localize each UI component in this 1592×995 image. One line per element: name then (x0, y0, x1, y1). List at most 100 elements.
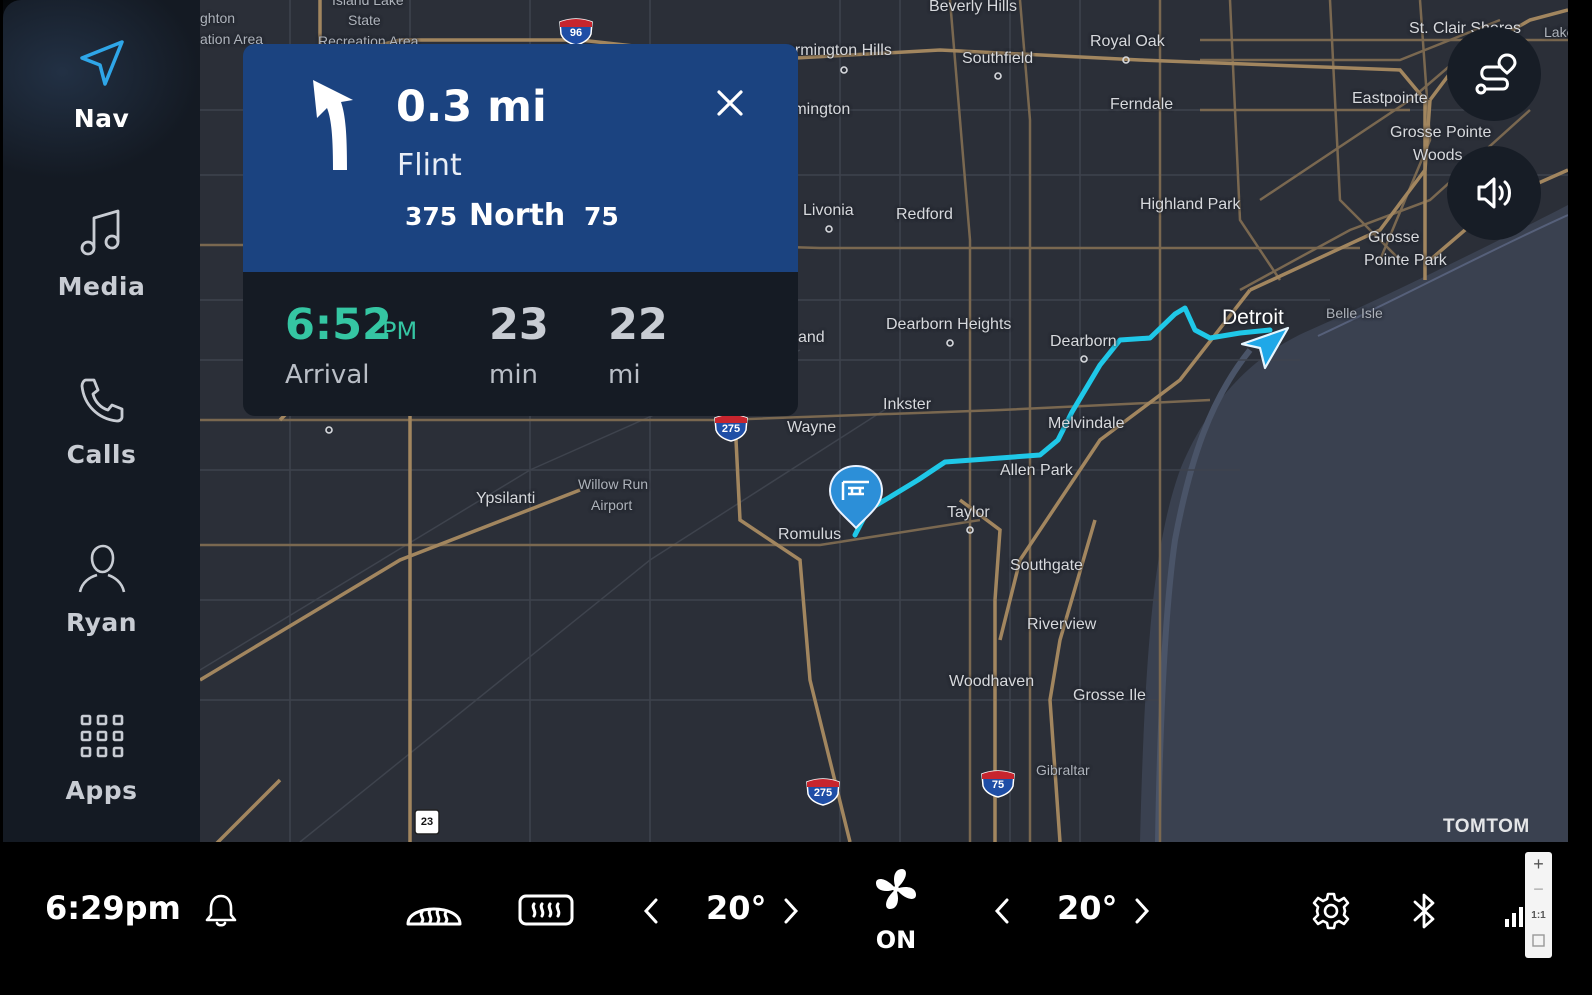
map-label: Beverly Hills (929, 0, 1018, 15)
map-label: Dearborn (1050, 333, 1117, 350)
fullscreen-icon[interactable] (1525, 932, 1552, 955)
left-temp-up-button[interactable] (778, 896, 802, 926)
map-label-city: Detroit (1222, 306, 1284, 329)
zoom-in-button[interactable]: + (1525, 854, 1552, 875)
map-label: Highland Park (1140, 196, 1241, 213)
speaker-icon (1477, 177, 1511, 209)
clock: 6:29pm (45, 889, 181, 927)
road-direction: North (469, 198, 566, 233)
map-label: Melvindale (1048, 415, 1125, 432)
settings-gear-icon[interactable] (1311, 891, 1351, 931)
map-label: Allen Park (1000, 462, 1073, 479)
map-label: ghton (200, 10, 236, 26)
sidebar-item-nav[interactable]: Nav (3, 38, 200, 188)
sidebar-item-label: Media (57, 272, 146, 301)
map-label: Taylor (947, 504, 990, 521)
sidebar-item-media[interactable]: Media (3, 206, 200, 356)
route-overview-button[interactable] (1447, 27, 1541, 121)
map-label: Eastpointe (1352, 90, 1428, 107)
fan-icon[interactable] (872, 865, 920, 913)
turn-guidance-card: 0.3 mi Flint 375 North 75 (243, 44, 798, 272)
map-label: and (798, 329, 825, 346)
map-label: Island Lake (332, 0, 404, 8)
music-note-icon (80, 209, 120, 256)
fan-status: ON (875, 926, 917, 954)
turn-left-arrow-icon (313, 80, 353, 170)
map-label: Grosse Pointe (1390, 124, 1492, 141)
maneuver-distance: 0.3 mi (396, 82, 547, 132)
shield-number: 275 (813, 787, 833, 799)
user-icon (78, 544, 126, 593)
map-label: Riverview (1027, 616, 1097, 633)
sidebar-item-label: Nav (73, 104, 130, 133)
remaining-time: 23 (489, 300, 549, 350)
right-temperature: 20° (1057, 889, 1118, 927)
map-label: Woodhaven (949, 673, 1035, 690)
map-label: Inkster (883, 396, 932, 413)
left-temp-down-button[interactable] (640, 896, 664, 926)
destination-pin-icon (828, 464, 884, 530)
sidebar-item-label: Ryan (65, 608, 138, 637)
road-number: 75 (584, 202, 619, 231)
right-temp-down-button[interactable] (991, 896, 1015, 926)
eta-panel: 6:52 PM Arrival 23 min 22 mi (243, 272, 798, 416)
sidebar-item-label: Apps (65, 776, 138, 805)
next-street-name: Flint (397, 148, 462, 183)
map-label: armington Hills (786, 42, 892, 59)
remaining-time-unit: min (489, 360, 539, 390)
notification-bell-icon[interactable] (203, 892, 239, 928)
left-temperature: 20° (706, 889, 767, 927)
map-label: Romulus (778, 526, 842, 543)
phone-icon (80, 378, 124, 423)
bluetooth-icon[interactable] (1410, 892, 1440, 930)
interstate-shield: 75 (980, 770, 1016, 798)
signal-strength-icon (1505, 907, 1523, 927)
interstate-shield: 275 (713, 414, 749, 442)
sidebar-item-apps[interactable]: Apps (3, 710, 200, 860)
map-label: Livonia (803, 202, 854, 219)
zoom-out-button[interactable]: − (1525, 879, 1552, 900)
interstate-shield: 275 (805, 778, 841, 806)
volume-button[interactable] (1447, 146, 1541, 240)
route-icon (1475, 53, 1517, 95)
map-label: Grosse Ile (1073, 687, 1146, 704)
map-label: Pointe Park (1364, 252, 1447, 269)
sidebar-item-profile[interactable]: Ryan (3, 542, 200, 692)
map-label: Southgate (1010, 557, 1083, 574)
sidebar-item-calls[interactable]: Calls (3, 374, 200, 524)
remaining-distance: 22 (608, 300, 668, 350)
shield-number: 96 (569, 27, 583, 39)
right-temp-up-button[interactable] (1129, 896, 1153, 926)
close-guidance-button[interactable] (711, 84, 749, 122)
arrival-label: Arrival (285, 360, 370, 390)
map-label: Ypsilanti (476, 490, 536, 507)
shield-number: 75 (991, 779, 1005, 791)
map-label: State (348, 12, 381, 28)
rear-defrost-button[interactable] (516, 890, 576, 930)
interstate-shield: 96 (558, 18, 594, 46)
zoom-control: + − 1:1 (1525, 852, 1552, 958)
map-label: Grosse (1368, 229, 1420, 246)
road-number: 375 (405, 202, 458, 231)
navigation-arrow-icon (80, 40, 124, 86)
map-label: Ferndale (1110, 96, 1174, 113)
us-route-shield: 23 (413, 808, 441, 836)
map-label: Royal Oak (1090, 33, 1165, 50)
map-label: Gibraltar (1036, 762, 1090, 778)
shield-number: 23 (420, 816, 434, 828)
map-label: Wayne (787, 419, 837, 436)
map-label: Redford (896, 206, 953, 223)
grid-icon (80, 714, 124, 758)
map-label: Belle Isle (1326, 305, 1383, 321)
front-defrost-button[interactable] (404, 890, 464, 930)
arrival-ampm: PM (382, 317, 418, 345)
sidebar: Nav Media Calls Ryan Apps (3, 0, 200, 842)
infotainment-screen: Nav Media Calls Ryan Apps ghton ation Ar… (0, 0, 1592, 995)
map-label: Southfield (962, 50, 1034, 67)
map-label: Lake (1544, 24, 1568, 40)
shield-number: 275 (721, 423, 741, 435)
tomtom-logo: TOMTOM (1443, 816, 1530, 837)
map-label: Airport (591, 497, 633, 513)
map-label: Willow Run (578, 476, 649, 492)
climate-status-bar: 6:29pm 20° ON 20° (0, 842, 1592, 995)
